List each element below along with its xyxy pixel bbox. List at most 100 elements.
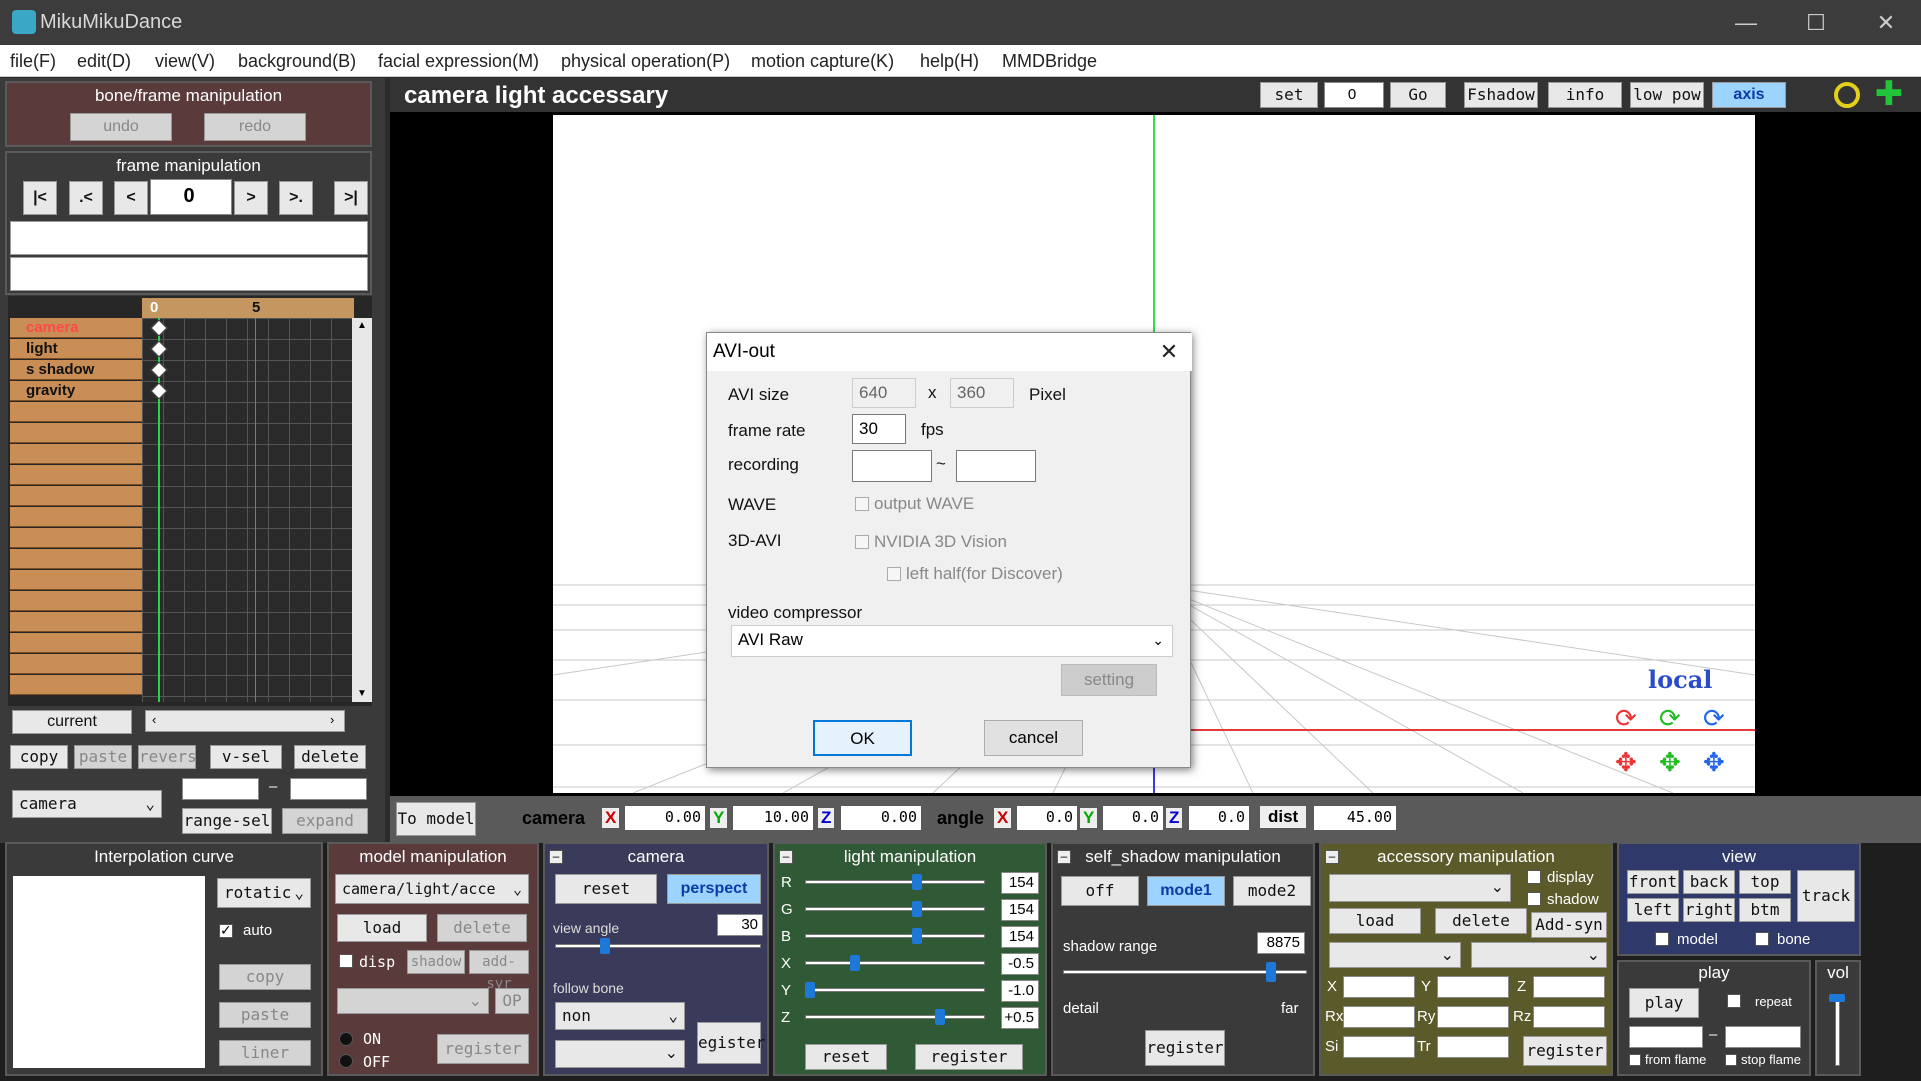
light-x-slider[interactable]: [805, 961, 985, 965]
timeline-hscroll[interactable]: ‹ ›: [145, 710, 345, 732]
range-end-input[interactable]: [290, 778, 367, 800]
shadow-mode1-button[interactable]: mode1: [1147, 876, 1225, 906]
set-button[interactable]: set: [1260, 82, 1318, 108]
accessory-parent-select[interactable]: ⌄: [1329, 942, 1461, 968]
delete-frame-button[interactable]: delete: [294, 745, 366, 769]
light-r-thumb[interactable]: [912, 874, 922, 890]
acc-z-input[interactable]: [1533, 976, 1605, 998]
interpolation-select[interactable]: rotatic ⌄: [217, 878, 311, 908]
prev-key-button[interactable]: .<: [69, 181, 103, 215]
light-x-thumb[interactable]: [850, 955, 860, 971]
accessory-display-checkbox[interactable]: [1527, 870, 1541, 884]
range-sel-button[interactable]: range-sel: [182, 808, 272, 834]
light-b-input[interactable]: 154: [1001, 926, 1039, 948]
light-g-input[interactable]: 154: [1001, 899, 1039, 921]
menu-facial-expression[interactable]: facial expression(M): [378, 51, 539, 72]
view-left-button[interactable]: left: [1627, 898, 1679, 922]
scroll-up-icon[interactable]: ▲: [357, 320, 367, 331]
stop-flame-checkbox[interactable]: [1725, 1054, 1737, 1066]
model-add-syn-button[interactable]: add-syr: [469, 950, 529, 992]
minimize-icon[interactable]: —: [1711, 0, 1781, 45]
shadow-mode2-button[interactable]: mode2: [1233, 876, 1311, 906]
angle-y-input[interactable]: 0.0: [1103, 806, 1163, 830]
view-top-button[interactable]: top: [1739, 870, 1791, 894]
shadow-range-thumb[interactable]: [1266, 962, 1276, 982]
menu-edit[interactable]: edit(D): [77, 51, 131, 72]
accessory-load-button[interactable]: load: [1329, 908, 1421, 934]
view-right-button[interactable]: right: [1683, 898, 1735, 922]
model-load-button[interactable]: load: [337, 914, 427, 942]
close-icon[interactable]: ✕: [1851, 0, 1921, 45]
light-g-slider[interactable]: [805, 907, 985, 911]
angle-z-input[interactable]: 0.0: [1189, 806, 1249, 830]
light-x-input[interactable]: -0.5: [1001, 953, 1039, 975]
camera-x-input[interactable]: 0.00: [625, 806, 705, 830]
play-button[interactable]: play: [1629, 988, 1699, 1018]
low-power-button[interactable]: low pow: [1630, 82, 1704, 108]
dist-input[interactable]: 45.00: [1314, 806, 1396, 830]
timeline-row-light[interactable]: light: [10, 339, 142, 359]
info-button[interactable]: info: [1548, 82, 1622, 108]
axis-button[interactable]: axis: [1712, 82, 1786, 108]
model-select[interactable]: camera/light/acce ⌄: [335, 874, 529, 904]
setting-button[interactable]: setting: [1061, 664, 1157, 696]
interp-liner-button[interactable]: liner: [219, 1040, 311, 1066]
camera-register-button[interactable]: egister: [697, 1022, 765, 1064]
menu-background[interactable]: background(B): [238, 51, 356, 72]
timeline-grid[interactable]: [142, 318, 354, 702]
camera-y-input[interactable]: 10.00: [733, 806, 813, 830]
light-z-input[interactable]: +0.5: [1001, 1007, 1039, 1029]
output-wave-checkbox[interactable]: [855, 497, 869, 511]
x-move-icon[interactable]: ✥: [1615, 747, 1637, 778]
camera-reset-button[interactable]: reset: [555, 874, 657, 904]
light-z-slider[interactable]: [805, 1015, 985, 1019]
volume-slider[interactable]: [1835, 996, 1840, 1066]
light-b-slider[interactable]: [805, 934, 985, 938]
from-flame-checkbox[interactable]: [1629, 1054, 1641, 1066]
accessory-delete-button[interactable]: delete: [1435, 908, 1527, 934]
view-bone-checkbox[interactable]: [1755, 932, 1769, 946]
shadow-off-button[interactable]: off: [1061, 876, 1139, 906]
acc-si-input[interactable]: [1343, 1036, 1415, 1058]
left-half-checkbox[interactable]: [887, 567, 901, 581]
off-radio[interactable]: [339, 1054, 353, 1068]
undo-button[interactable]: undo: [70, 113, 172, 141]
view-back-button[interactable]: back: [1683, 870, 1735, 894]
redo-button[interactable]: redo: [204, 113, 306, 141]
recording-start-input[interactable]: [852, 450, 932, 482]
shadow-range-input[interactable]: 8875: [1257, 932, 1305, 954]
prev-frame-button[interactable]: <: [114, 181, 148, 215]
expand-button[interactable]: expand: [282, 808, 368, 834]
x-rotate-icon[interactable]: ⟳: [1615, 703, 1637, 734]
menu-file[interactable]: file(F): [10, 51, 56, 72]
go-button[interactable]: Go: [1390, 82, 1446, 108]
on-radio[interactable]: [339, 1032, 353, 1046]
range-start-input[interactable]: [182, 778, 259, 800]
menu-help[interactable]: help(H): [920, 51, 979, 72]
light-register-button[interactable]: register: [915, 1044, 1023, 1070]
interpolation-curve-canvas[interactable]: [13, 876, 205, 1068]
view-angle-thumb[interactable]: [600, 938, 610, 954]
y-rotate-icon[interactable]: ⟳: [1659, 703, 1681, 734]
light-b-thumb[interactable]: [912, 928, 922, 944]
auto-checkbox[interactable]: ✓: [219, 922, 233, 938]
light-reset-button[interactable]: reset: [805, 1044, 887, 1070]
acc-tr-input[interactable]: [1437, 1036, 1509, 1058]
timeline-row-self-shadow[interactable]: s shadow: [10, 360, 142, 380]
accessory-bone-select[interactable]: ⌄: [1471, 942, 1607, 968]
perspective-button[interactable]: perspect: [667, 874, 761, 904]
op-target-select[interactable]: ⌄: [337, 988, 489, 1014]
follow-model-select[interactable]: non ⌄: [555, 1002, 685, 1030]
timeline-scrollbar[interactable]: ▲ ▼: [352, 318, 372, 702]
to-model-button[interactable]: To model: [396, 802, 476, 836]
timeline-row-gravity[interactable]: gravity: [10, 381, 142, 401]
next-key-button[interactable]: >.: [279, 181, 313, 215]
acc-rx-input[interactable]: [1343, 1006, 1415, 1028]
stop-frame-input[interactable]: [1725, 1026, 1801, 1048]
video-compressor-select[interactable]: AVI Raw ⌄: [731, 625, 1173, 657]
zoom-icon[interactable]: [1834, 82, 1860, 108]
z-move-icon[interactable]: ✥: [1703, 747, 1725, 778]
accessory-shadow-checkbox[interactable]: [1527, 892, 1541, 906]
shadow-register-button[interactable]: register: [1145, 1030, 1225, 1066]
menu-mmdbridge[interactable]: MMDBridge: [1002, 51, 1097, 72]
